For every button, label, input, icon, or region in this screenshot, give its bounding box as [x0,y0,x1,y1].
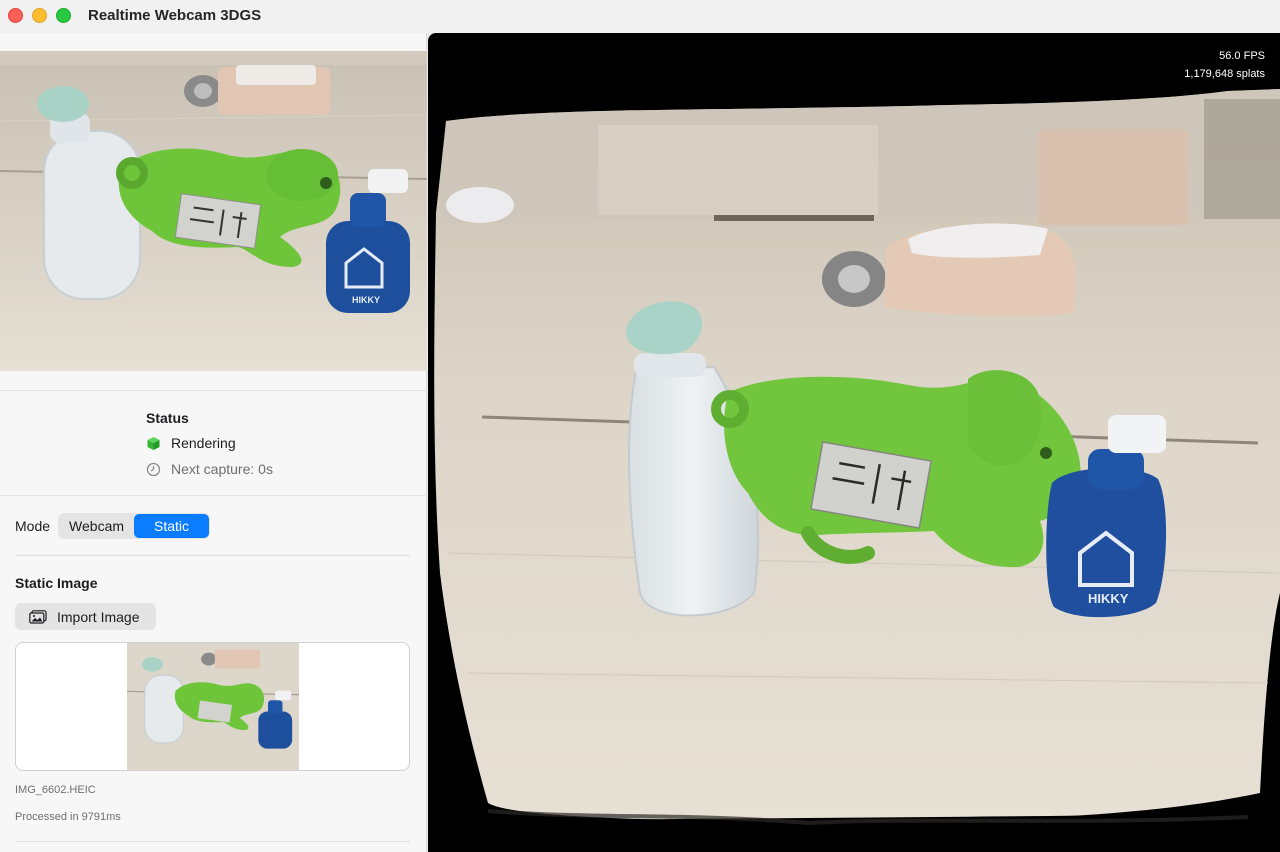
import-image-label: Import Image [57,608,140,625]
status-state-row: Rendering [146,435,236,451]
mode-webcam-option[interactable]: Webcam [59,514,134,538]
clock-icon [146,462,161,477]
next-capture-text: Next capture: 0s [171,461,273,477]
webcam-preview-image: HIKKY [0,51,427,371]
window-title: Realtime Webcam 3DGS [88,7,262,24]
static-image-thumbnail [126,643,300,770]
static-image-filename: IMG_6602.HEIC [15,784,96,796]
divider [15,555,410,556]
photo-icon [29,609,47,624]
minimize-window-button[interactable] [32,8,47,23]
maximize-window-button[interactable] [56,8,71,23]
svg-text:HIKKY: HIKKY [352,295,380,305]
status-state-text: Rendering [171,435,236,451]
mode-label: Mode [15,518,51,534]
processing-time: Processed in 9791ms [15,811,121,823]
next-capture-row: Next capture: 0s [146,461,273,477]
sidebar: HIKKY Status Rendering Next capture: 0s … [0,33,427,852]
fps-readout: 56.0 FPS [1219,50,1265,62]
mode-row: Mode Webcam Static [15,513,211,539]
splat-count-readout: 1,179,648 splats [1184,68,1265,80]
static-image-title: Static Image [15,575,98,591]
close-window-button[interactable] [8,8,23,23]
mode-static-option[interactable]: Static [134,514,210,538]
static-image-thumbnail-frame [15,642,410,771]
green-cube-icon [146,436,161,451]
import-image-button[interactable]: Import Image [15,603,156,630]
render-viewport[interactable]: HIKKY 56.0 FPS 1,179,648 splats [428,33,1280,852]
status-section: Status Rendering Next capture: 0s [0,390,427,496]
svg-text:HIKKY: HIKKY [1088,591,1129,606]
divider [15,841,410,842]
title-bar: Realtime Webcam 3DGS [0,0,1280,33]
mode-segmented-control[interactable]: Webcam Static [58,513,211,539]
status-title: Status [146,410,189,426]
